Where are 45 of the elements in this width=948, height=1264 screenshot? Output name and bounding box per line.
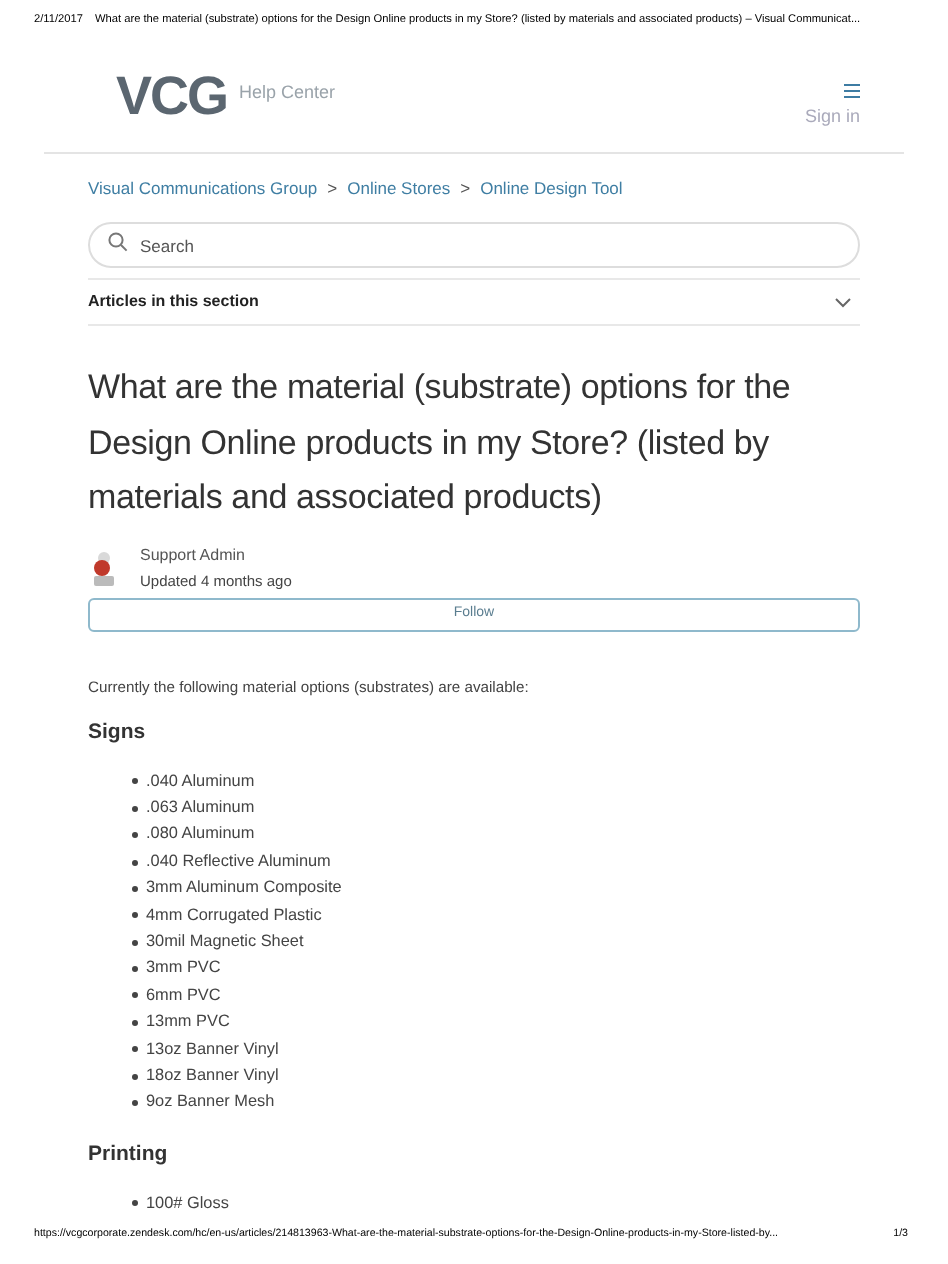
bullet-icon: [132, 1073, 138, 1080]
bullet-icon: [132, 1046, 138, 1053]
list-item: 3mm Aluminum Composite: [146, 876, 342, 901]
bullet-icon: [132, 912, 138, 919]
bullet-icon: [132, 939, 138, 946]
breadcrumb-link[interactable]: Online Stores: [347, 176, 451, 202]
breadcrumb-separator: >: [327, 176, 338, 202]
list-item: 6mm PVC: [146, 983, 221, 1008]
list-item: 13mm PVC: [146, 1010, 230, 1035]
bullet-icon: [132, 1019, 138, 1026]
list-item: .080 Aluminum: [146, 822, 255, 847]
list-item: 4mm Corrugated Plastic: [146, 903, 322, 928]
articles-section-toggle[interactable]: Articles in this section: [88, 278, 860, 327]
list-item: 18oz Banner Vinyl: [146, 1063, 279, 1088]
avatar-icon: [88, 547, 120, 588]
list-item: 30mil Magnetic Sheet: [146, 930, 304, 955]
logo: VCG: [116, 68, 228, 124]
bullet-icon: [132, 966, 138, 973]
bullet-icon: [132, 885, 138, 892]
article-title: What are the material (substrate) options for the Design Online products in my Store? (listed by materials and associated products): [88, 366, 793, 521]
bullet-icon: [132, 832, 138, 839]
section-heading: Printing: [88, 1140, 170, 1171]
bullet-icon: [132, 778, 138, 785]
search-field[interactable]: Search: [88, 222, 860, 269]
breadcrumb-separator: >: [460, 176, 471, 202]
list-item: .040 Aluminum: [146, 769, 255, 794]
bullet-icon: [132, 805, 138, 812]
list-item: .063 Aluminum: [146, 796, 255, 821]
bullet-icon: [132, 1100, 138, 1107]
help-center-label: Help Center: [239, 80, 336, 106]
search-icon: [108, 231, 128, 252]
bullet-icon: [132, 1200, 138, 1207]
sign-in-link[interactable]: Sign in: [804, 106, 860, 126]
list-item: .040 Reflective Aluminum: [146, 849, 331, 874]
list-item: 13oz Banner Vinyl: [146, 1037, 279, 1062]
section-heading: Signs: [88, 718, 148, 749]
bullet-icon: [132, 859, 138, 865]
breadcrumb-link[interactable]: Visual Communications Group: [88, 176, 318, 202]
list-item: 100# Gloss: [146, 1191, 229, 1216]
breadcrumb-link[interactable]: Online Design Tool: [480, 176, 623, 202]
bullet-icon: [132, 992, 138, 999]
author-name: Support Admin: [140, 543, 247, 568]
list-item: 3mm PVC: [146, 956, 221, 981]
list-item: 9oz Banner Mesh: [146, 1090, 275, 1115]
menu-icon[interactable]: [844, 84, 860, 98]
